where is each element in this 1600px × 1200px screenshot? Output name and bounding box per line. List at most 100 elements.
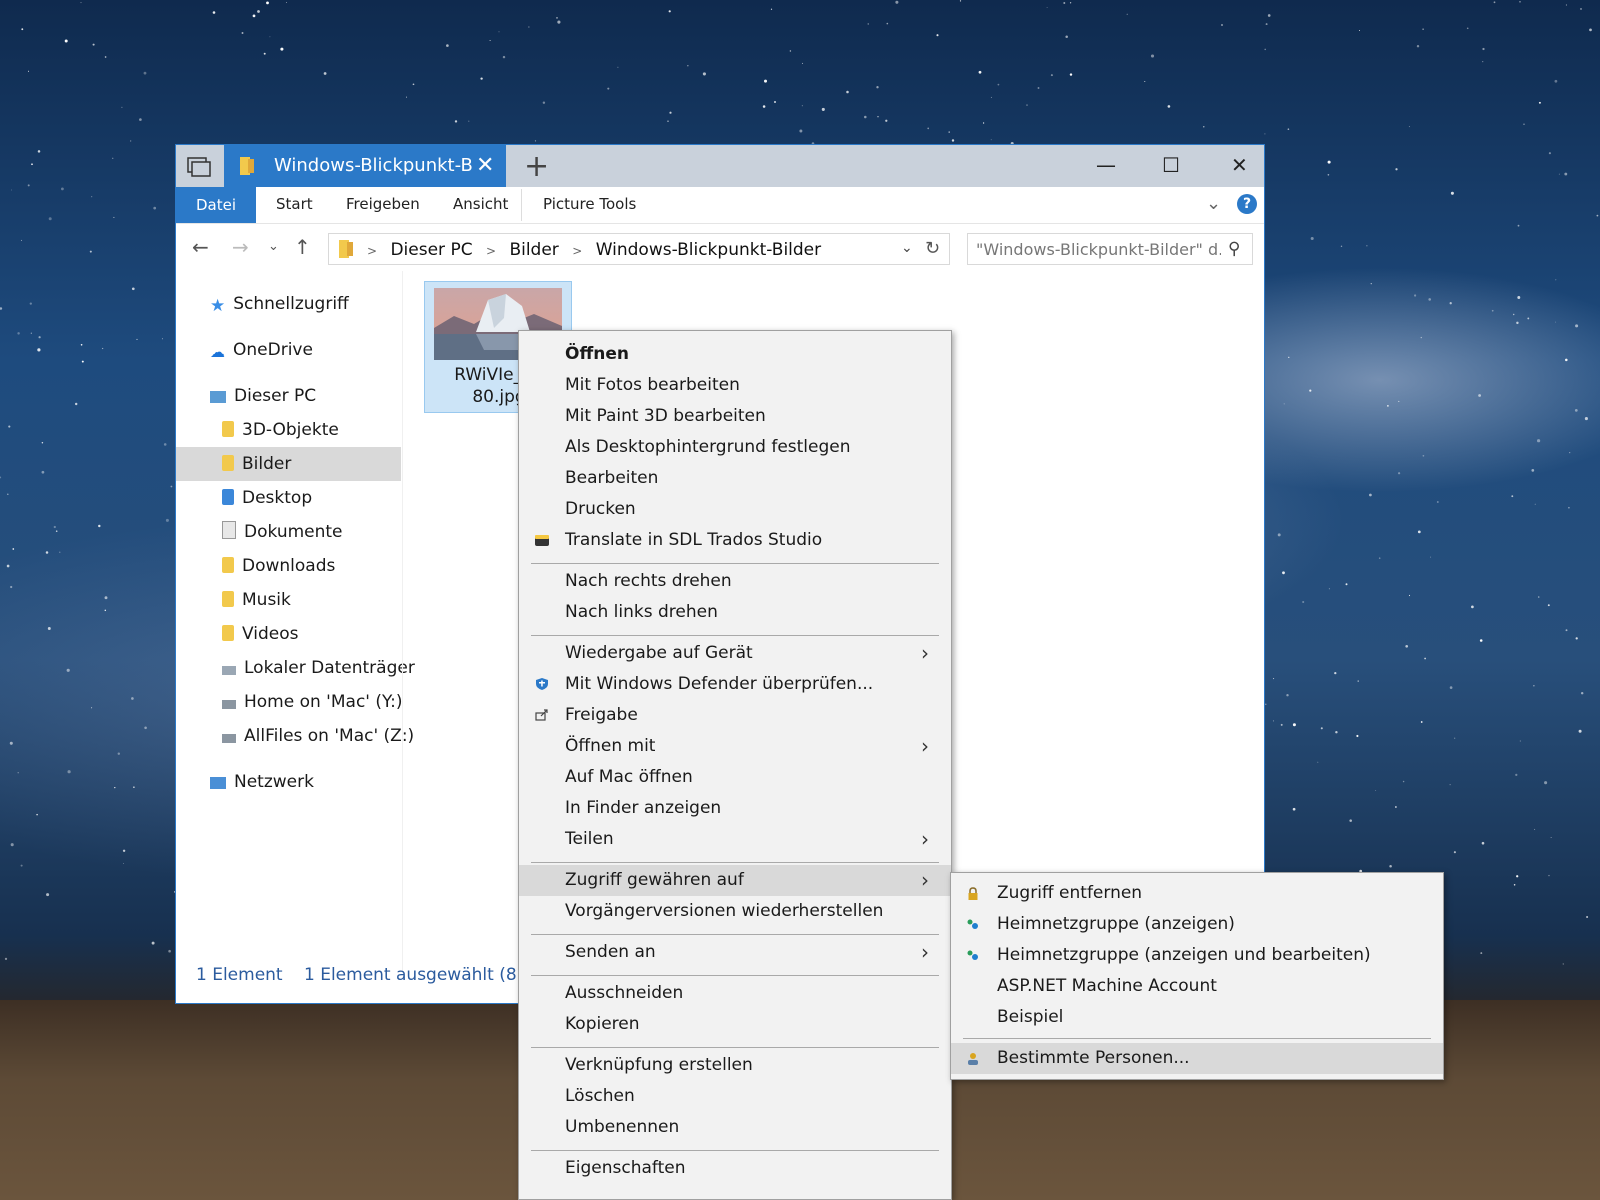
help-icon[interactable]: ? <box>1237 194 1257 214</box>
menu-item-auf-mac-oeffnen[interactable]: Auf Mac öffnen <box>519 762 951 793</box>
submenu-item-beispiel[interactable]: Beispiel <box>951 1002 1443 1033</box>
menu-item-umbenennen[interactable]: Umbenennen <box>519 1112 951 1143</box>
menu-item-mit-fotos-bearbeiten[interactable]: Mit Fotos bearbeiten <box>519 370 951 401</box>
sidebar-item-home-on-mac[interactable]: Home on 'Mac' (Y:) <box>222 685 403 719</box>
submenu-item-heimnetzgruppe-anzeigen[interactable]: Heimnetzgruppe (anzeigen) <box>951 909 1443 940</box>
submenu-item-zugriff-entfernen[interactable]: Zugriff entfernen <box>951 878 1443 909</box>
menu-item-oeffnen-mit[interactable]: Öffnen mit › <box>519 731 951 762</box>
menu-item-teilen[interactable]: Teilen › <box>519 824 951 855</box>
star <box>867 23 869 25</box>
address-dropdown-chevron-icon[interactable]: ⌄ <box>901 240 913 256</box>
sidebar-item-dokumente[interactable]: Dokumente <box>222 515 343 549</box>
menu-item-windows-defender[interactable]: Mit Windows Defender überprüfen... <box>519 669 951 700</box>
star <box>212 11 216 14</box>
menu-item-nach-rechts-drehen[interactable]: Nach rechts drehen <box>519 566 951 597</box>
menu-item-zugriff-gewaehren-auf[interactable]: Zugriff gewähren auf › <box>519 865 951 896</box>
maximize-button[interactable]: ☐ <box>1162 153 1180 177</box>
sidebar-item-desktop[interactable]: Desktop <box>222 481 312 515</box>
star <box>1569 452 1571 454</box>
new-tab-button[interactable]: + <box>524 149 549 184</box>
sidebar-item-onedrive[interactable]: ☁ OneDrive <box>210 333 313 367</box>
sidebar-item-dieser-pc[interactable]: Dieser PC <box>210 379 316 413</box>
menu-item-bearbeiten[interactable]: Bearbeiten <box>519 463 951 494</box>
back-arrow-icon[interactable]: ← <box>192 235 209 259</box>
menu-item-kopieren[interactable]: Kopieren <box>519 1009 951 1040</box>
close-tab-icon[interactable]: ✕ <box>476 153 494 178</box>
submenu-item-aspnet-machine-account[interactable]: ASP.NET Machine Account <box>951 971 1443 1002</box>
menu-item-eigenschaften[interactable]: Eigenschaften <box>519 1153 951 1184</box>
task-view-icon[interactable] <box>182 151 216 181</box>
sidebar-item-musik[interactable]: Musik <box>222 583 291 617</box>
tab-start[interactable]: Start <box>276 195 313 213</box>
star <box>27 184 30 187</box>
star <box>1547 604 1550 607</box>
tab-picture-tools[interactable]: Picture Tools <box>543 195 636 213</box>
star <box>1359 30 1360 31</box>
star <box>1449 784 1451 786</box>
breadcrumb-dieser-pc[interactable]: Dieser PC <box>390 240 472 260</box>
star <box>1309 389 1312 392</box>
videos-folder-icon <box>222 625 234 641</box>
star <box>286 2 288 3</box>
minimize-button[interactable]: — <box>1096 153 1116 177</box>
breadcrumb-current[interactable]: Windows-Blickpunkt-Bilder <box>596 240 821 260</box>
menu-item-nach-links-drehen[interactable]: Nach links drehen <box>519 597 951 628</box>
star <box>1424 657 1426 660</box>
sidebar-item-bilder[interactable]: Bilder <box>176 447 401 481</box>
menu-separator <box>963 1038 1431 1039</box>
sidebar-item-videos[interactable]: Videos <box>222 617 299 651</box>
star <box>1428 298 1431 301</box>
close-button[interactable]: ✕ <box>1231 153 1248 177</box>
sidebar-item-allfiles-on-mac[interactable]: AllFiles on 'Mac' (Z:) <box>222 719 414 753</box>
sidebar-item-netzwerk[interactable]: Netzwerk <box>210 765 314 799</box>
sidebar-item-3d-objekte[interactable]: 3D-Objekte <box>222 413 339 447</box>
star <box>1436 501 1439 503</box>
up-arrow-icon[interactable]: ↑ <box>294 235 311 259</box>
tab-active[interactable]: Windows-Blickpunkt-B ✕ <box>224 145 506 187</box>
menu-item-wiedergabe-auf-geraet[interactable]: Wiedergabe auf Gerät › <box>519 638 951 669</box>
pane-divider[interactable] <box>402 271 403 971</box>
star <box>12 548 15 550</box>
menu-item-ausschneiden[interactable]: Ausschneiden <box>519 978 951 1009</box>
menu-item-freigabe[interactable]: Freigabe <box>519 700 951 731</box>
menu-item-mit-paint-3d-bearbeiten[interactable]: Mit Paint 3D bearbeiten <box>519 401 951 432</box>
sidebar-item-downloads[interactable]: Downloads <box>222 549 335 583</box>
context-menu: Öffnen Mit Fotos bearbeiten Mit Paint 3D… <box>518 330 952 1200</box>
submenu-item-heimnetzgruppe-bearbeiten[interactable]: Heimnetzgruppe (anzeigen und bearbeiten) <box>951 940 1443 971</box>
menu-item-desktophintergrund[interactable]: Als Desktophintergrund festlegen <box>519 432 951 463</box>
menu-item-in-finder-anzeigen[interactable]: In Finder anzeigen <box>519 793 951 824</box>
ribbon-expand-chevron-icon[interactable]: ⌄ <box>1206 193 1221 214</box>
menu-item-loeschen[interactable]: Löschen <box>519 1081 951 1112</box>
recent-locations-chevron-icon[interactable]: ⌄ <box>268 239 279 254</box>
star <box>1414 294 1417 297</box>
forward-arrow-icon[interactable]: → <box>232 235 249 259</box>
star <box>53 525 56 529</box>
menu-item-vorgaengerversionen[interactable]: Vorgängerversionen wiederherstellen <box>519 896 951 927</box>
star <box>1534 503 1536 505</box>
address-bar[interactable]: > Dieser PC > Bilder > Windows-Blickpunk… <box>328 233 950 265</box>
menu-item-oeffnen[interactable]: Öffnen <box>519 339 951 370</box>
tab-ansicht[interactable]: Ansicht <box>453 195 508 213</box>
menu-item-translate-sdl-trados[interactable]: Translate in SDL Trados Studio <box>519 525 951 556</box>
tab-datei[interactable]: Datei <box>176 187 256 223</box>
star <box>1280 723 1283 726</box>
search-input[interactable]: "Windows-Blickpunkt-Bilder" d... ⚲ <box>967 233 1253 265</box>
menu-item-drucken[interactable]: Drucken <box>519 494 951 525</box>
sidebar-item-schnellzugriff[interactable]: ★ Schnellzugriff <box>210 287 349 321</box>
breadcrumb-bilder[interactable]: Bilder <box>509 240 558 260</box>
star <box>1565 4 1567 6</box>
drive-icon <box>222 666 236 675</box>
star <box>557 20 561 24</box>
refresh-icon[interactable]: ↻ <box>925 238 940 259</box>
sidebar-item-lokaler-datentraeger[interactable]: Lokaler Datenträger <box>222 651 415 685</box>
submenu-item-bestimmte-personen[interactable]: Bestimmte Personen... <box>951 1043 1443 1074</box>
tab-freigeben[interactable]: Freigeben <box>346 195 420 213</box>
search-icon[interactable]: ⚲ <box>1228 239 1240 259</box>
menu-item-senden-an[interactable]: Senden an › <box>519 937 951 968</box>
menu-separator <box>531 1047 939 1048</box>
star <box>64 39 68 43</box>
breadcrumb-chevron-icon[interactable]: > <box>572 244 582 258</box>
menu-item-verknuepfung-erstellen[interactable]: Verknüpfung erstellen <box>519 1050 951 1081</box>
breadcrumb-chevron-icon[interactable]: > <box>486 244 496 258</box>
star <box>617 66 619 68</box>
